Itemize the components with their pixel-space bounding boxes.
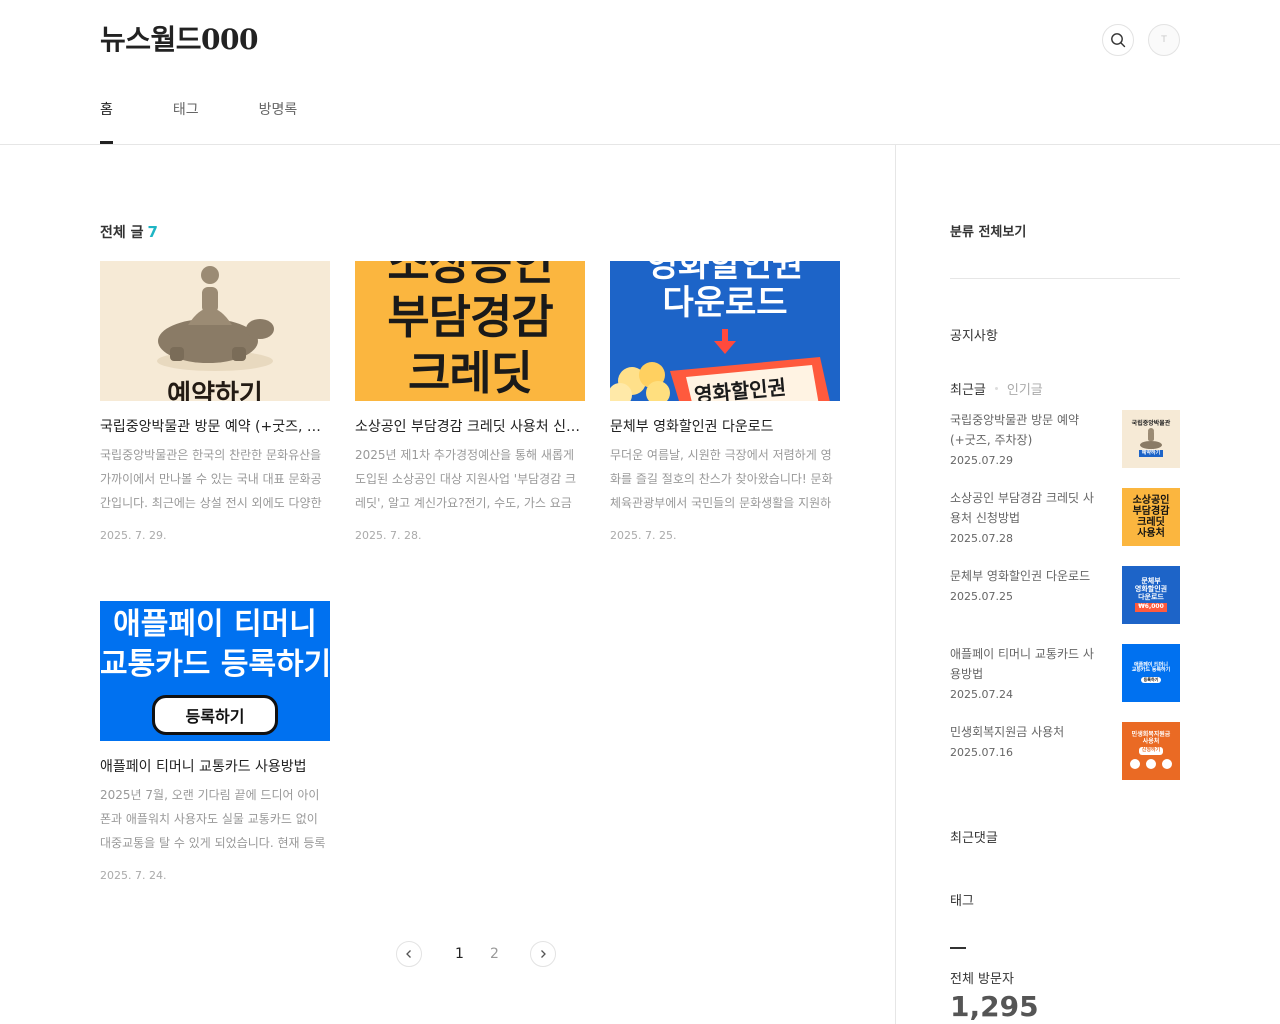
recent-post-thumbnail[interactable]: 애플페이 티머니 교통카드 등록하기 등록하기: [1122, 644, 1180, 702]
prev-page-button[interactable]: [396, 941, 422, 967]
recent-post-title[interactable]: 문체부 영화할인권 다운로드: [950, 566, 1100, 586]
post-list-heading: 전체 글7: [100, 222, 158, 242]
recent-post-thumbnail[interactable]: 문체부 영화할인권 다운로드 ₩6,000: [1122, 566, 1180, 624]
post-title[interactable]: 국립중앙박물관 방문 예약 (+굿즈, 주차장): [100, 417, 330, 437]
post-title[interactable]: 문체부 영화할인권 다운로드: [610, 417, 840, 437]
recent-post-item[interactable]: 애플페이 티머니 교통카드 사용방법 2025.07.24 애플페이 티머니 교…: [950, 644, 1180, 704]
post-thumbnail[interactable]: 예약하기: [100, 261, 330, 401]
recent-post-title[interactable]: 국립중앙박물관 방문 예약 (+굿즈, 주차장): [950, 410, 1100, 450]
post-excerpt: 2025년 제1차 추가경정예산을 통해 새롭게 도입된 소상공인 대상 지원사…: [355, 448, 577, 510]
post-excerpt: 2025년 7월, 오랜 기다림 끝에 드디어 아이폰과 애플워치 사용자도 실…: [100, 788, 326, 850]
visitor-divider: [950, 947, 966, 949]
post-thumbnail[interactable]: 소상공인 부담경감 크레딧: [355, 261, 585, 401]
recent-comments-heading[interactable]: 최근댓글: [950, 827, 1180, 846]
post-title[interactable]: 소상공인 부담경감 크레딧 사용처 신청방법: [355, 417, 585, 437]
recent-post-date: 2025.07.25: [950, 590, 1013, 603]
nav-tags[interactable]: 태그: [173, 100, 199, 144]
post-date: 2025. 7. 24.: [100, 869, 167, 882]
thumbnail-line: 교통카드 등록하기: [100, 647, 330, 682]
thumbnail-line: 다운로드: [662, 283, 788, 323]
post-list-label: 전체 글: [100, 225, 144, 241]
mini-thumb-text: 다운로드: [1138, 592, 1164, 601]
thumbnail-line: 크레딧: [408, 346, 533, 400]
mini-thumb-text: 사용처: [1142, 737, 1160, 745]
next-page-button[interactable]: [530, 941, 556, 967]
shop-icons: [1130, 758, 1172, 769]
chevron-left-icon: [406, 950, 411, 958]
pagination: 1 2: [396, 941, 556, 967]
profile-avatar: T: [1161, 35, 1167, 45]
post-date: 2025. 7. 29.: [100, 529, 167, 542]
recent-post-thumbnail[interactable]: 국립중앙박물관 예약하기: [1122, 410, 1180, 468]
thumbnail-caption: 예약하기: [167, 380, 263, 401]
mini-thumb-text: 교통카드 등록하기: [1131, 667, 1171, 674]
post-title[interactable]: 애플페이 티머니 교통카드 사용방법: [100, 757, 330, 777]
post-card[interactable]: 예약하기 국립중앙박물관 방문 예약 (+굿즈, 주차장) 국립중앙박물관은 한…: [100, 261, 330, 542]
main-nav: 홈 태그 방명록: [100, 100, 357, 144]
recent-post-date: 2025.07.28: [950, 532, 1013, 545]
post-card[interactable]: 영화할인권 다운로드 영화할인권 문체부 영화할인권 다운로드 무더운 여름날,…: [610, 261, 840, 542]
mini-thumb-text: 사용처: [1137, 528, 1165, 539]
post-thumbnail[interactable]: 영화할인권 다운로드 영화할인권: [610, 261, 840, 401]
recent-post-date: 2025.07.24: [950, 688, 1013, 701]
recent-post-item[interactable]: 민생회복지원금 사용처 2025.07.16 민생회복지원금 사용처 신청하기: [950, 722, 1180, 782]
tags-heading[interactable]: 태그: [950, 890, 1180, 909]
page-number-1[interactable]: 1: [442, 946, 477, 962]
recent-post-title[interactable]: 소상공인 부담경감 크레딧 사용처 신청방법: [950, 488, 1100, 528]
chevron-right-icon: [541, 950, 546, 958]
mini-thumb-text: 등록하기: [1140, 676, 1162, 684]
nav-guestbook[interactable]: 방명록: [259, 100, 298, 144]
post-excerpt: 무더운 여름날, 시원한 극장에서 저렴하게 영화를 즐길 절호의 찬스가 찾아…: [610, 448, 833, 510]
nav-home[interactable]: 홈: [100, 100, 113, 144]
mini-thumb-text: ₩6,000: [1135, 603, 1167, 612]
thumbnail-line: 애플페이 티머니: [113, 607, 317, 642]
recent-post-item[interactable]: 국립중앙박물관 방문 예약 (+굿즈, 주차장) 2025.07.29 국립중앙…: [950, 410, 1180, 470]
mini-thumb-text: 신청하기: [1138, 747, 1164, 755]
content-divider: [895, 145, 896, 1024]
blog-header: 뉴스월드000 T 홈 태그 방명록: [0, 0, 1280, 145]
visitors-label: 전체 방문자: [950, 972, 1014, 987]
mini-thumb-text: 크레딧: [1137, 517, 1165, 528]
recent-post-date: 2025.07.16: [950, 746, 1013, 759]
recent-post-item[interactable]: 문체부 영화할인권 다운로드 2025.07.25 문체부 영화할인권 다운로드…: [950, 566, 1180, 626]
post-date: 2025. 7. 28.: [355, 529, 422, 542]
profile-button[interactable]: T: [1148, 24, 1180, 56]
post-count: 7: [147, 223, 158, 241]
recent-post-thumbnail[interactable]: 소상공인 부담경감 크레딧 사용처: [1122, 488, 1180, 546]
post-thumbnail[interactable]: 애플페이 티머니 교통카드 등록하기 등록하기: [100, 601, 330, 741]
search-icon: [1111, 33, 1126, 48]
recent-post-title[interactable]: 민생회복지원금 사용처: [950, 722, 1100, 742]
category-all-link[interactable]: 분류 전체보기: [950, 221, 1180, 240]
post-date: 2025. 7. 25.: [610, 529, 677, 542]
visitors-total: 1,295: [950, 990, 1039, 1023]
sidebar-divider: [950, 278, 1180, 279]
post-card[interactable]: 애플페이 티머니 교통카드 등록하기 등록하기 애플페이 티머니 교통카드 사용…: [100, 601, 330, 882]
blog-title[interactable]: 뉴스월드000: [100, 18, 259, 58]
recent-post-thumbnail[interactable]: 민생회복지원금 사용처 신청하기: [1122, 722, 1180, 780]
sidebar-post-tabs: 최근글 인기글: [950, 379, 1043, 398]
post-excerpt: 국립중앙박물관은 한국의 찬란한 문화유산을 가까이에서 만나볼 수 있는 국내…: [100, 448, 322, 510]
notice-heading[interactable]: 공지사항: [950, 325, 1180, 344]
mini-thumb-text: 부담경감: [1132, 506, 1170, 517]
mini-thumb-text: 국립중앙박물관: [1131, 419, 1171, 427]
recent-post-item[interactable]: 소상공인 부담경감 크레딧 사용처 신청방법 2025.07.28 소상공인 부…: [950, 488, 1180, 548]
thumbnail-button: 등록하기: [152, 695, 278, 735]
statue-icon: [1140, 427, 1162, 449]
page-number-2[interactable]: 2: [477, 946, 512, 962]
recent-post-date: 2025.07.29: [950, 454, 1013, 467]
search-button[interactable]: [1102, 24, 1134, 56]
post-card[interactable]: 소상공인 부담경감 크레딧 소상공인 부담경감 크레딧 사용처 신청방법 202…: [355, 261, 585, 542]
mini-thumb-text: 예약하기: [1138, 449, 1164, 458]
tab-separator: [994, 387, 998, 390]
tab-recent-posts[interactable]: 최근글: [950, 379, 986, 398]
recent-post-title[interactable]: 애플페이 티머니 교통카드 사용방법: [950, 644, 1100, 684]
tab-popular-posts[interactable]: 인기글: [1007, 379, 1043, 398]
mini-thumb-text: 소상공인: [1132, 495, 1170, 506]
